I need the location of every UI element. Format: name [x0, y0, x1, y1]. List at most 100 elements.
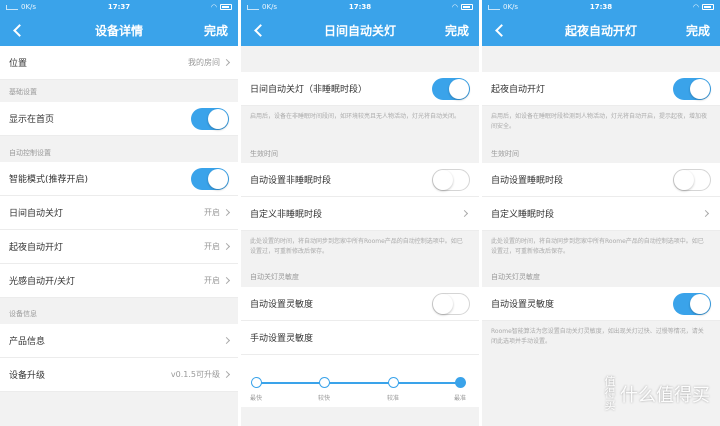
- auto-sensitivity-row: 自动设置灵敏度: [482, 287, 720, 321]
- chevron-right-icon: [222, 370, 231, 379]
- section-sensitivity-header: 自动关灯灵敏度: [250, 273, 299, 281]
- nav-bar: 日间自动关灯 完成: [241, 14, 479, 46]
- chevron-right-icon: [460, 209, 469, 217]
- auto-set-row: 自动设置睡眠时段: [482, 163, 720, 197]
- screenshot-collage: 0K/s 17:37 ◠ 设备详情 完成 位置 我的房间 基础设置 显示在首页 …: [0, 0, 720, 426]
- auto-sensitivity-toggle[interactable]: [673, 292, 711, 315]
- auto-set-toggle[interactable]: [673, 168, 711, 191]
- section-basic-header: 基础设置: [9, 88, 37, 96]
- custom-time-row[interactable]: 自定义睡眠时段: [482, 197, 720, 231]
- page-title: 起夜自动开灯: [564, 23, 637, 38]
- chevron-right-icon: [222, 208, 231, 217]
- toggle-knob: [690, 78, 710, 99]
- upgrade-value: v0.1.5可升级: [170, 370, 220, 379]
- location-row[interactable]: 位置 我的房间: [0, 46, 238, 80]
- auto-sensitivity-label: 自动设置灵敏度: [491, 300, 555, 310]
- battery-icon: [702, 4, 714, 10]
- location-value: 我的房间: [188, 58, 220, 67]
- time-description: 此处设置的时间，将自动同步到您家中所有Roome产品的自动控制选项中。如已设置过…: [250, 238, 463, 255]
- product-info-label: 产品信息: [9, 337, 46, 347]
- slider-stop-1[interactable]: [251, 377, 262, 388]
- slider-stop-2[interactable]: [319, 377, 330, 388]
- day-auto-off-value: 开启: [204, 208, 220, 217]
- done-button[interactable]: 完成: [204, 22, 228, 39]
- section-time-header: 生效时间: [491, 150, 519, 158]
- show-on-home-label: 显示在首页: [9, 115, 55, 125]
- smart-mode-toggle[interactable]: [191, 167, 229, 190]
- time-description: 此处设置的时间，将自动同步到您家中所有Roome产品的自动控制选项中。如已设置过…: [491, 238, 704, 255]
- upgrade-row[interactable]: 设备升级 v0.1.5可升级: [0, 358, 238, 392]
- day-auto-off-row[interactable]: 日间自动关灯 开启: [0, 196, 238, 230]
- nav-bar: 起夜自动开灯 完成: [482, 14, 720, 46]
- day-auto-off-label: 日间自动关灯: [9, 209, 64, 219]
- auto-sensitivity-label: 自动设置灵敏度: [250, 300, 314, 310]
- slider-tick-label: 较准: [386, 395, 399, 402]
- upgrade-label: 设备升级: [9, 371, 46, 381]
- device-details-screen: 0K/s 17:37 ◠ 设备详情 完成 位置 我的房间 基础设置 显示在首页 …: [0, 0, 238, 426]
- auto-sensitivity-row: 自动设置灵敏度: [241, 287, 479, 321]
- toggle-knob: [433, 293, 453, 314]
- chevron-right-icon: [222, 58, 231, 67]
- product-info-row[interactable]: 产品信息: [0, 324, 238, 358]
- toggle-knob: [208, 108, 228, 129]
- day-auto-off-toggle-row: 日间自动关灯（非睡眠时段）: [241, 72, 479, 106]
- page-title: 日间自动关灯: [323, 23, 396, 38]
- day-auto-off-screen: 0K/s 17:38 ◠ 日间自动关灯 完成 日间自动关灯（非睡眠时段） 启用后…: [241, 0, 479, 426]
- toggle-knob: [208, 168, 228, 189]
- day-auto-off-toggle[interactable]: [432, 77, 470, 100]
- night-auto-on-toggle-label: 起夜自动开灯: [491, 85, 546, 95]
- night-auto-on-toggle[interactable]: [673, 77, 711, 100]
- light-sense-row[interactable]: 光感自动开/关灯 开启: [0, 264, 238, 298]
- auto-set-row: 自动设置非睡眠时段: [241, 163, 479, 197]
- section-time-header: 生效时间: [250, 150, 278, 158]
- toggle-knob: [433, 169, 453, 190]
- slider-stop-4-selected[interactable]: [455, 377, 466, 388]
- battery-icon: [220, 4, 232, 10]
- smart-mode-row: 智能模式(推荐开启): [0, 162, 238, 196]
- chevron-right-icon: [222, 336, 231, 345]
- smart-mode-label: 智能模式(推荐开启): [9, 175, 89, 185]
- night-auto-on-value: 开启: [204, 242, 220, 251]
- slider-stop-3[interactable]: [388, 377, 399, 388]
- watermark-logo: 值得买: [604, 375, 616, 412]
- section-sensitivity-header: 自动关灯灵敏度: [491, 273, 540, 281]
- night-auto-on-label: 起夜自动开灯: [9, 243, 64, 253]
- status-time: 17:38: [348, 3, 372, 11]
- done-button[interactable]: 完成: [686, 22, 710, 39]
- watermark: 值得买 什么值得买: [603, 375, 711, 412]
- sensitivity-description: Roome智能算法为您设置自动关灯灵敏度，如出现关灯过快、过慢等情况，请关闭此选…: [491, 328, 704, 345]
- slider-tick-label: 较快: [317, 395, 330, 402]
- light-sense-label: 光感自动开/关灯: [9, 277, 76, 287]
- watermark-text: 什么值得买: [620, 385, 710, 406]
- manual-sensitivity-row: 手动设置灵敏度: [241, 321, 479, 355]
- status-time: 17:38: [589, 3, 613, 11]
- chevron-right-icon: [701, 209, 710, 217]
- toggle-knob: [690, 293, 710, 314]
- auto-set-toggle[interactable]: [432, 168, 470, 191]
- section-device-header: 设备信息: [9, 310, 37, 318]
- status-bar: 0K/s 17:38 ◠: [241, 0, 479, 14]
- chevron-right-icon: [222, 276, 231, 285]
- auto-sensitivity-toggle[interactable]: [432, 292, 470, 315]
- custom-time-row[interactable]: 自定义非睡眠时段: [241, 197, 479, 231]
- sensitivity-slider[interactable]: 最快 较快 较准 最准: [241, 355, 479, 407]
- night-auto-on-description: 启用后，如设备在睡眠时段检测到人物活动，灯光将自动开启，提示起夜，增加夜间安全。: [491, 113, 708, 130]
- night-auto-on-row[interactable]: 起夜自动开灯 开启: [0, 230, 238, 264]
- location-label: 位置: [9, 59, 28, 69]
- slider-track: [256, 382, 461, 384]
- toggle-knob: [674, 169, 694, 190]
- status-bar: 0K/s 17:37 ◠: [0, 0, 238, 14]
- nav-bar: 设备详情 完成: [0, 14, 238, 46]
- done-button[interactable]: 完成: [445, 22, 469, 39]
- light-sense-value: 开启: [204, 276, 220, 285]
- show-on-home-toggle[interactable]: [191, 107, 229, 130]
- battery-icon: [461, 4, 473, 10]
- auto-set-label: 自动设置睡眠时段: [491, 176, 564, 186]
- slider-tick-label: 最快: [249, 395, 262, 402]
- toggle-knob: [449, 78, 469, 99]
- auto-set-label: 自动设置非睡眠时段: [250, 176, 332, 186]
- day-auto-off-toggle-label: 日间自动关灯（非睡眠时段）: [250, 85, 368, 95]
- section-auto-header: 自动控制设置: [9, 149, 51, 157]
- manual-sensitivity-label: 手动设置灵敏度: [250, 334, 314, 344]
- day-auto-off-description: 启用后，设备在非睡眠时间段间，如环境较亮且无人物活动，灯光将自动关闭。: [250, 113, 461, 120]
